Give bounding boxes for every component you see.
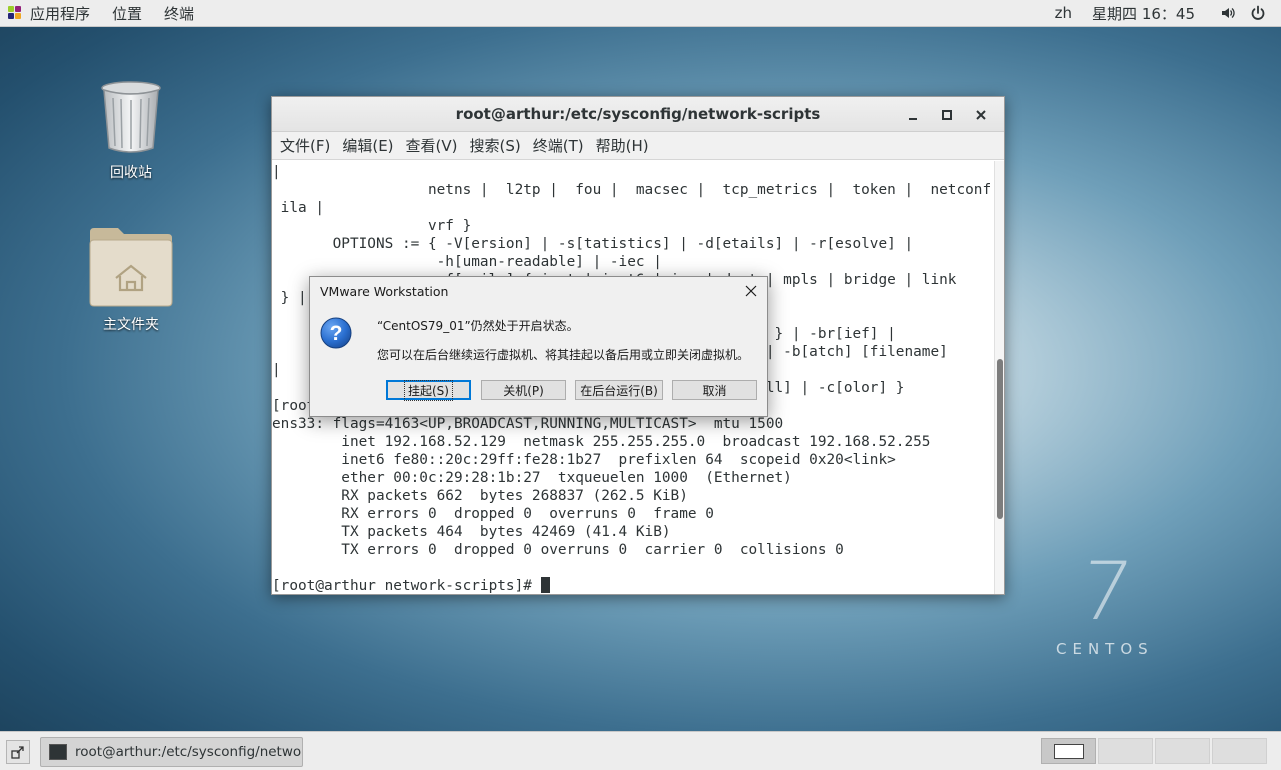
- terminal-line: inet6 fe80::20c:29ff:fe28:1b27 prefixlen…: [272, 452, 896, 468]
- centos-version-mark: 7: [1073, 545, 1138, 638]
- terminal-scrollbar[interactable]: [994, 161, 1004, 594]
- terminal-line: OPTIONS := { -V[ersion] | -s[tatistics] …: [272, 236, 914, 252]
- workspace-2[interactable]: [1098, 738, 1153, 764]
- applications-menu[interactable]: 应用程序: [0, 0, 101, 26]
- show-desktop-button[interactable]: [6, 740, 30, 764]
- minimize-button[interactable]: [896, 100, 930, 130]
- terminal-line: |: [272, 164, 281, 180]
- terminal-line: ether 00:0c:29:28:1b:27 txqueuelen 1000 …: [272, 470, 792, 486]
- cancel-button-label: 取消: [702, 383, 727, 398]
- desktop-icon-label: 主文件夹: [103, 317, 159, 333]
- power-off-button[interactable]: 关机(P): [481, 380, 566, 400]
- terminal-line: ila |: [272, 200, 324, 216]
- question-icon: ?: [320, 317, 352, 349]
- terminal-line: ens33: flags=4163<UP,BROADCAST,RUNNING,M…: [272, 416, 784, 432]
- menu-search[interactable]: 搜索(S): [464, 135, 527, 156]
- clock[interactable]: 星期四 16：45: [1082, 0, 1205, 26]
- desktop-icon-home[interactable]: 主文件夹: [71, 226, 191, 334]
- terminal-line: TX errors 0 dropped 0 overruns 0 carrier…: [272, 542, 844, 558]
- svg-text:?: ?: [330, 322, 343, 345]
- terminal-line: |: [272, 362, 281, 378]
- trash-icon: [101, 81, 161, 153]
- applications-menu-label[interactable]: 应用程序: [30, 0, 101, 26]
- cancel-button[interactable]: 取消: [672, 380, 757, 400]
- top-panel: 应用程序 位置 终端 zh 星期四 16：45: [0, 0, 1281, 27]
- suspend-button-label: 挂起(S): [404, 379, 453, 401]
- close-button[interactable]: [964, 100, 998, 130]
- minimize-icon: [909, 117, 917, 120]
- close-icon: [976, 109, 986, 120]
- input-method-indicator[interactable]: zh: [1045, 0, 1082, 26]
- terminal-cursor: [540, 577, 550, 593]
- maximize-icon: [942, 109, 952, 120]
- desktop-icon-trash[interactable]: 回收站: [71, 80, 191, 182]
- terminal-line: RX errors 0 dropped 0 overruns 0 frame 0: [272, 506, 714, 522]
- power-off-button-label: 关机(P): [503, 383, 544, 398]
- menu-file[interactable]: 文件(F): [274, 135, 336, 156]
- dialog-close-button[interactable]: [741, 281, 761, 301]
- terminal-line: } |: [272, 290, 307, 306]
- maximize-button[interactable]: [930, 100, 964, 130]
- suspend-button[interactable]: 挂起(S): [386, 379, 471, 401]
- vmware-dialog: VMware Workstation ? “CentOS79_01”仍然处于开启…: [309, 276, 768, 417]
- run-in-background-button[interactable]: 在后台运行(B): [575, 380, 663, 400]
- power-icon[interactable]: [1243, 0, 1273, 26]
- bottom-panel: root@arthur:/etc/sysconfig/networ···: [0, 731, 1281, 770]
- workspace-3[interactable]: [1155, 738, 1210, 764]
- terminal-titlebar[interactable]: root@arthur:/etc/sysconfig/network-scrip…: [272, 97, 1004, 132]
- centos-logo-icon: [8, 6, 22, 20]
- terminal-line: vrf }: [272, 218, 472, 234]
- close-icon: [745, 285, 757, 297]
- terminal-menubar: 文件(F) 编辑(E) 查看(V) 搜索(S) 终端(T) 帮助(H): [272, 132, 1004, 160]
- places-menu[interactable]: 位置: [101, 0, 153, 26]
- scrollbar-thumb[interactable]: [997, 359, 1003, 519]
- terminal-icon: [49, 744, 67, 760]
- menu-edit[interactable]: 编辑(E): [336, 135, 399, 156]
- terminal-line: RX packets 662 bytes 268837 (262.5 KiB): [272, 488, 688, 504]
- terminal-line: TX packets 464 bytes 42469 (41.4 KiB): [272, 524, 671, 540]
- volume-icon[interactable]: [1213, 0, 1243, 26]
- menu-terminal[interactable]: 终端(T): [527, 135, 590, 156]
- show-desktop-icon: [11, 746, 24, 759]
- taskbar-terminal-item[interactable]: root@arthur:/etc/sysconfig/networ···: [40, 737, 303, 767]
- dialog-detail: 您可以在后台继续运行虚拟机、将其挂起以备后用或立即关闭虚拟机。: [377, 348, 750, 362]
- terminal-line: [root@arthur network-scripts]#: [272, 577, 550, 594]
- workspace-window-preview: [1054, 744, 1084, 759]
- dialog-message: “CentOS79_01”仍然处于开启状态。: [377, 319, 579, 333]
- workspace-1[interactable]: [1041, 738, 1096, 764]
- run-in-background-button-label: 在后台运行(B): [580, 383, 658, 398]
- terminal-line: -h[uman-readable] | -iec |: [272, 254, 662, 270]
- workspace-4[interactable]: [1212, 738, 1267, 764]
- terminal-line: inet 192.168.52.129 netmask 255.255.255.…: [272, 434, 931, 450]
- centos-wordmark: CENTOS: [1056, 640, 1154, 658]
- home-folder-icon: [89, 228, 173, 307]
- menu-view[interactable]: 查看(V): [400, 135, 464, 156]
- desktop-icon-label: 回收站: [110, 165, 152, 181]
- menu-help[interactable]: 帮助(H): [590, 135, 655, 156]
- dialog-title: VMware Workstation: [320, 284, 449, 299]
- terminal-title: root@arthur:/etc/sysconfig/network-scrip…: [455, 105, 821, 123]
- terminal-line: netns | l2tp | fou | macsec | tcp_metric…: [272, 182, 994, 198]
- taskbar-item-label: root@arthur:/etc/sysconfig/networ···: [75, 744, 303, 760]
- terminal-app-menu[interactable]: 终端: [153, 0, 205, 26]
